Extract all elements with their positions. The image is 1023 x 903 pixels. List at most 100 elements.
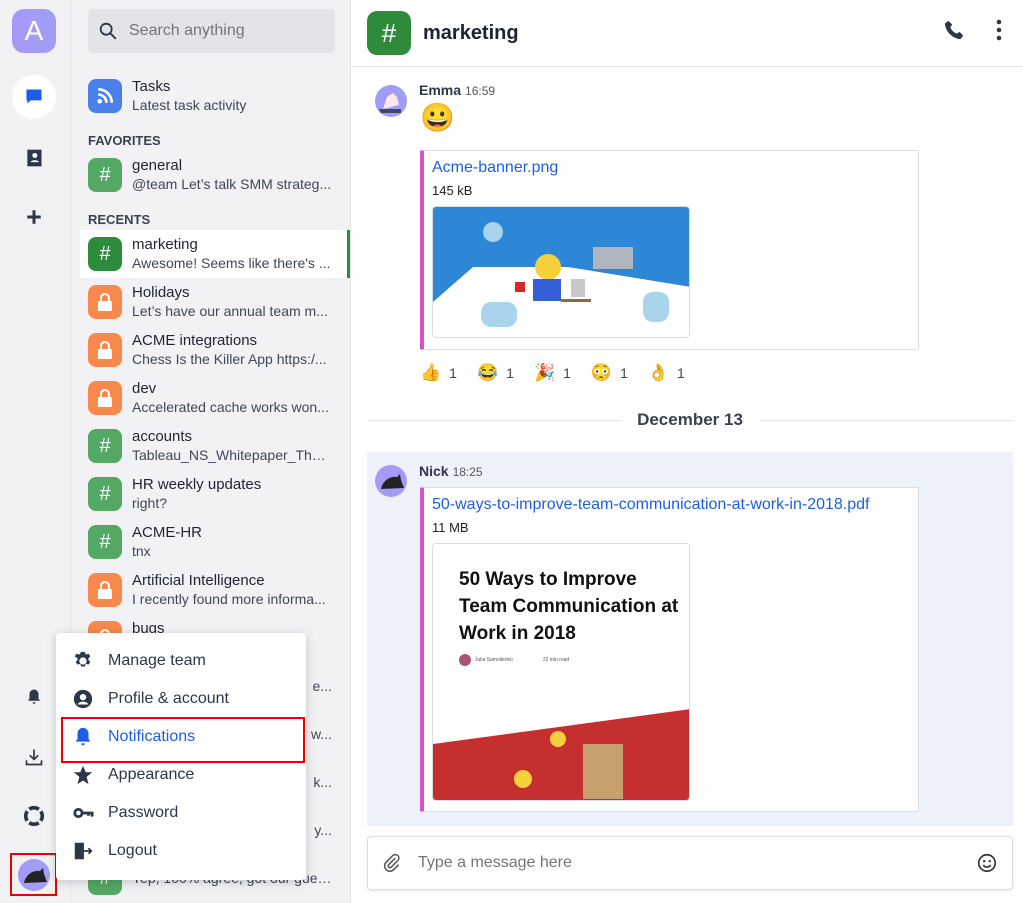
recents-label: RECENTS <box>88 212 151 227</box>
reaction-button[interactable]: 😳 1 <box>591 363 628 383</box>
help-lifebuoy-icon[interactable] <box>12 794 56 838</box>
reaction-button[interactable]: 😂 1 <box>477 363 514 383</box>
hash-icon: # <box>99 482 111 505</box>
hash-icon: # <box>99 530 111 553</box>
reactions: 👍 1 😂 1 🎉 1 😳 1 👌 1 <box>420 363 685 383</box>
more-vertical-icon[interactable] <box>989 18 1009 42</box>
sidebar-item-channel[interactable]: # ACME-HR tnx <box>80 518 350 566</box>
avatar[interactable] <box>375 465 407 497</box>
search-icon <box>99 22 117 40</box>
channel-name: general <box>132 157 183 174</box>
channel-name: HR weekly updates <box>132 476 262 493</box>
channel-name: marketing <box>132 236 198 253</box>
sidebar-item-tasks[interactable]: Tasks Latest task activity <box>80 72 350 120</box>
channel-preview: Accelerated cache works won... <box>132 399 329 415</box>
bell-icon[interactable] <box>12 675 56 719</box>
rss-icon <box>88 79 122 113</box>
sidebar-item-channel[interactable]: # accounts Tableau_NS_Whitepaper_The_... <box>80 422 350 470</box>
sidebar-item-channel[interactable]: Artificial Intelligence I recently found … <box>80 566 350 614</box>
avatar[interactable] <box>375 85 407 117</box>
chat-icon[interactable] <box>12 75 56 119</box>
phone-icon[interactable] <box>943 19 965 41</box>
date-divider: December 13 <box>367 410 1013 430</box>
channel-header: # marketing <box>351 0 1023 67</box>
channel-name: Holidays <box>132 284 190 301</box>
channel-avatar: # <box>88 158 122 192</box>
channel-preview: right? <box>132 495 168 511</box>
hash-icon: # <box>99 242 111 265</box>
hash-icon: # <box>367 11 411 55</box>
hash-icon: # <box>99 434 111 457</box>
channel-avatar <box>88 333 122 367</box>
sidebar-item-channel[interactable]: ACME integrations Chess Is the Killer App… <box>80 326 350 374</box>
channel-avatar: # <box>88 477 122 511</box>
lock-icon <box>98 389 112 407</box>
search-input[interactable] <box>129 22 319 40</box>
workspace-button[interactable]: A <box>12 9 56 53</box>
channel-preview: @team Let’s talk SMM strateg... <box>132 176 332 192</box>
image-preview[interactable] <box>432 206 690 338</box>
file-attachment: 50-ways-to-improve-team-communication-at… <box>420 487 919 812</box>
channel-name: ACME integrations <box>132 332 258 349</box>
attach-paperclip-icon[interactable] <box>382 853 402 873</box>
channel-avatar <box>88 573 122 607</box>
sidebar-item-channel[interactable]: # marketing Awesome! Seems like there's ..… <box>80 230 350 278</box>
plus-icon[interactable] <box>12 195 56 239</box>
hash-icon: # <box>99 163 111 186</box>
message-composer <box>367 836 1013 890</box>
user-menu: Manage team Profile & account Notification… <box>56 633 306 880</box>
sidebar-item-channel[interactable]: # HR weekly updates right? <box>80 470 350 518</box>
reaction-button[interactable]: 🎉 1 <box>534 363 571 383</box>
emoji-icon[interactable] <box>976 852 998 874</box>
menu-item-notifications[interactable]: Notifications <box>56 717 306 763</box>
star-icon <box>73 765 93 785</box>
contacts-icon[interactable] <box>12 136 56 180</box>
pdf-preview[interactable]: 50 Ways to Improve Team Communication at… <box>432 543 690 801</box>
logout-icon <box>74 842 93 860</box>
sidebar-item-channel[interactable]: # general @team Let’s talk SMM strateg... <box>80 151 350 199</box>
channel-avatar: # <box>88 429 122 463</box>
channel-preview: tnx <box>132 543 151 559</box>
channel-avatar <box>88 381 122 415</box>
reaction-button[interactable]: 👌 1 <box>648 363 685 383</box>
reaction-button[interactable]: 👍 1 <box>420 363 457 383</box>
channel-title: marketing <box>423 21 519 44</box>
gear-icon <box>74 651 91 667</box>
message-input[interactable] <box>418 854 960 872</box>
search-bar[interactable] <box>88 9 335 53</box>
menu-item-profile-account[interactable]: Profile & account <box>56 680 306 718</box>
favorites-label: FAVORITES <box>88 133 161 148</box>
channel-avatar <box>88 285 122 319</box>
highlight-box <box>10 853 57 896</box>
file-link[interactable]: 50-ways-to-improve-team-communication-at… <box>432 496 910 514</box>
message-emoji: 😀 <box>420 102 455 133</box>
sidebar-item-channel[interactable]: dev Accelerated cache works won... <box>80 374 350 422</box>
menu-item-password[interactable]: Password <box>56 794 306 832</box>
channel-preview: Tableau_NS_Whitepaper_The_... <box>132 447 332 463</box>
channel-preview: Chess Is the Killer App https:/... <box>132 351 327 367</box>
file-size: 11 MB <box>432 520 469 535</box>
lock-icon <box>98 581 112 599</box>
bell-icon <box>75 727 91 746</box>
channel-preview: I recently found more informa... <box>132 591 326 607</box>
message-author: Emma 16:59 <box>419 82 496 98</box>
lock-icon <box>98 293 112 311</box>
message-author: Nick 18:25 <box>419 463 483 479</box>
download-icon[interactable] <box>12 735 56 779</box>
file-size: 145 kB <box>432 183 473 198</box>
key-icon <box>73 807 94 819</box>
channel-avatar: # <box>88 525 122 559</box>
sidebar-item-channel[interactable]: Holidays Let’s have our annual team m... <box>80 278 350 326</box>
channel-name: dev <box>132 380 157 397</box>
menu-item-logout[interactable]: Logout <box>56 832 306 870</box>
channel-name: accounts <box>132 428 193 445</box>
chat-main: # marketing Emma 16:59 😀 Acme-banner.png … <box>351 0 1023 903</box>
channel-avatar: # <box>88 237 122 271</box>
channel-name: Artificial Intelligence <box>132 572 265 589</box>
channel-preview: Let’s have our annual team m... <box>132 303 328 319</box>
menu-item-manage-team[interactable]: Manage team <box>56 642 306 680</box>
file-attachment: Acme-banner.png 145 kB <box>420 150 919 350</box>
menu-item-appearance[interactable]: Appearance <box>56 756 306 794</box>
file-link[interactable]: Acme-banner.png <box>432 159 910 177</box>
account-icon <box>73 689 93 709</box>
